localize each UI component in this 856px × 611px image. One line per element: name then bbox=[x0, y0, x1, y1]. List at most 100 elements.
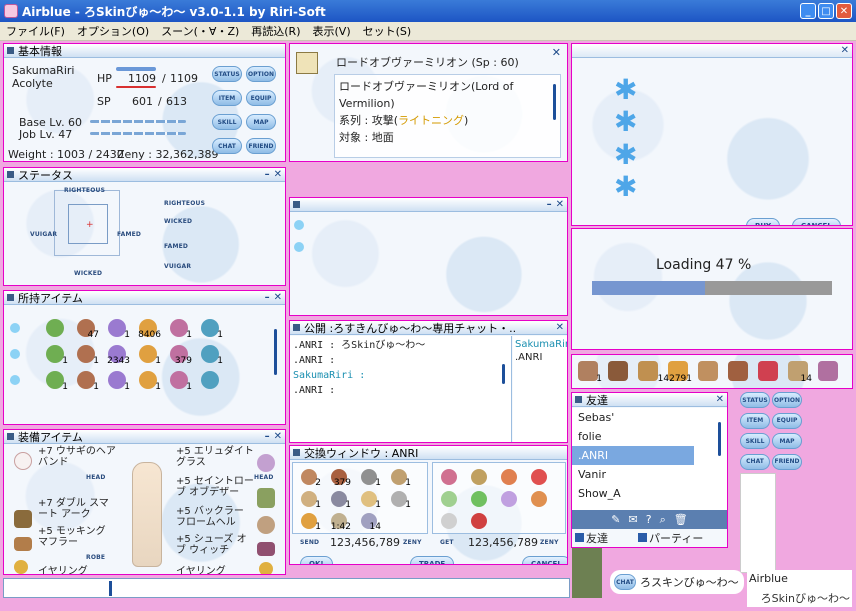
close-icon[interactable]: ✕ bbox=[556, 322, 564, 333]
inventory-item[interactable] bbox=[201, 371, 219, 389]
trade-item[interactable]: 1:42 bbox=[331, 513, 351, 532]
trade-item[interactable]: 1 bbox=[391, 491, 411, 510]
help-icon[interactable]: ? bbox=[646, 513, 652, 526]
inventory-item[interactable] bbox=[46, 319, 64, 337]
friend-item[interactable]: folie bbox=[572, 427, 694, 446]
friend-item[interactable]: Vanir bbox=[572, 465, 694, 484]
hotbar-slot[interactable] bbox=[728, 361, 748, 381]
hotbar-slot[interactable] bbox=[758, 361, 778, 381]
chat-input[interactable] bbox=[3, 578, 570, 598]
trade-item[interactable]: 2 bbox=[301, 469, 321, 488]
trade-item[interactable] bbox=[501, 491, 517, 507]
inventory-item[interactable]: 47 bbox=[77, 319, 99, 340]
chat-member[interactable]: .ANRI bbox=[515, 351, 566, 364]
trade-item[interactable]: 1 bbox=[361, 469, 381, 488]
inventory-item[interactable]: 1 bbox=[46, 371, 68, 392]
shop-cancel-button[interactable]: CANCEL bbox=[792, 218, 841, 225]
close-icon[interactable]: ✕ bbox=[841, 45, 849, 56]
trade-item[interactable] bbox=[441, 491, 457, 507]
inventory-item[interactable]: 1 bbox=[201, 345, 223, 366]
mini-status-button[interactable]: STATUS bbox=[740, 392, 770, 408]
mini-item-button[interactable]: ITEM bbox=[740, 412, 770, 429]
minimize-icon[interactable]: – bbox=[265, 169, 270, 180]
equip-left-2[interactable]: +5 モッキング マフラー bbox=[38, 526, 118, 548]
trade-item[interactable]: 1 bbox=[391, 469, 411, 488]
inventory-item[interactable]: 1 bbox=[139, 371, 161, 392]
hotbar-slot[interactable] bbox=[818, 361, 838, 381]
close-button[interactable]: ✕ bbox=[836, 3, 852, 19]
close-icon[interactable]: ✕ bbox=[274, 169, 282, 180]
close-icon[interactable]: ✕ bbox=[556, 199, 564, 210]
skill-scrollbar[interactable] bbox=[553, 84, 556, 120]
equip-right-0[interactable]: +5 エリュダイト グラス bbox=[176, 446, 256, 468]
minimize-icon[interactable]: – bbox=[265, 292, 270, 303]
menu-set[interactable]: セット(S) bbox=[357, 23, 418, 39]
minimize-button[interactable]: _ bbox=[800, 3, 816, 19]
close-icon[interactable]: ✕ bbox=[716, 394, 724, 405]
inventory-item[interactable]: 379 bbox=[170, 345, 192, 366]
trade-item[interactable] bbox=[471, 513, 487, 529]
trade-item[interactable] bbox=[471, 469, 487, 485]
trade-item[interactable] bbox=[531, 469, 547, 485]
trade-item[interactable]: 1 bbox=[361, 491, 381, 510]
equip-button[interactable]: EQUIP bbox=[246, 90, 276, 106]
inventory-item[interactable]: 1 bbox=[170, 371, 192, 392]
mini-friend-button[interactable]: FRIEND bbox=[772, 453, 802, 470]
edit-icon[interactable]: ✎ bbox=[611, 513, 620, 526]
mini-map[interactable] bbox=[572, 548, 602, 598]
inventory-item[interactable]: 1 bbox=[77, 371, 99, 392]
inventory-item[interactable]: 2343 bbox=[107, 345, 130, 366]
equip-left-0[interactable]: +7 ウサギのヘアバンド bbox=[38, 446, 118, 468]
chat-scrollbar[interactable] bbox=[502, 364, 505, 384]
trade-cancel-button[interactable]: CANCEL bbox=[522, 556, 567, 564]
hotbar-slot[interactable]: 1 bbox=[578, 361, 602, 384]
chat-bubble[interactable]: CHAT ろスキンびゅ～わ～ bbox=[610, 570, 744, 594]
friend-item[interactable]: .ANRI bbox=[572, 446, 694, 465]
hotbar-slot[interactable]: 142791 bbox=[658, 361, 692, 384]
trade-button[interactable]: TRADE bbox=[410, 556, 455, 564]
item-button[interactable]: ITEM bbox=[212, 90, 242, 106]
trade-item[interactable]: 1 bbox=[331, 491, 351, 510]
map-button[interactable]: MAP bbox=[246, 114, 276, 130]
trade-item[interactable]: 1 bbox=[301, 491, 321, 510]
party-tab[interactable]: パーティー bbox=[638, 530, 703, 546]
hotbar-slot[interactable] bbox=[608, 361, 628, 381]
friend-button[interactable]: FRIEND bbox=[246, 138, 276, 154]
hotbar-slot[interactable] bbox=[638, 361, 658, 381]
trade-item[interactable] bbox=[471, 491, 487, 507]
search-icon[interactable]: ⌕ bbox=[660, 513, 666, 527]
mini-option-button[interactable]: OPTION bbox=[772, 392, 802, 408]
menu-option[interactable]: オプション(O) bbox=[71, 23, 155, 39]
trade-item[interactable]: 14 bbox=[361, 513, 381, 532]
hotbar-slot[interactable]: 14 bbox=[788, 361, 812, 384]
menu-reload[interactable]: 再読込(R) bbox=[245, 23, 306, 39]
option-button[interactable]: OPTION bbox=[246, 66, 276, 82]
inventory-item[interactable]: 1 bbox=[108, 371, 130, 392]
inventory-item[interactable]: 1 bbox=[201, 319, 223, 340]
equip-right-2[interactable]: +5 バックラー フロームヘル bbox=[176, 506, 256, 528]
mini-chat-button[interactable]: CHAT bbox=[740, 453, 770, 470]
chat-member[interactable]: SakumaRiri bbox=[515, 338, 567, 351]
friend-item[interactable]: Show_A bbox=[572, 484, 694, 503]
inventory-item[interactable]: 1 bbox=[170, 319, 192, 340]
close-icon[interactable]: ✕ bbox=[274, 292, 282, 303]
buy-button[interactable]: BUY bbox=[746, 218, 781, 225]
skill-button[interactable]: SKILL bbox=[212, 114, 242, 130]
trade-item[interactable]: 1 bbox=[301, 513, 321, 532]
inventory-item[interactable]: 8406 bbox=[138, 319, 161, 340]
inventory-item[interactable]: 1 bbox=[139, 345, 161, 366]
menu-view[interactable]: 表示(V) bbox=[307, 23, 357, 39]
mini-map-button[interactable]: MAP bbox=[772, 433, 802, 449]
menu-soon[interactable]: スーン(・∀・Z) bbox=[155, 23, 245, 39]
trade-ok-button[interactable]: OK! bbox=[300, 556, 333, 564]
friend-item[interactable]: Sebas' bbox=[572, 408, 694, 427]
mini-skill-button[interactable]: SKILL bbox=[740, 433, 770, 449]
trade-item[interactable] bbox=[531, 491, 547, 507]
close-icon[interactable]: ✕ bbox=[552, 46, 561, 59]
trade-item[interactable] bbox=[441, 469, 457, 485]
maximize-button[interactable]: □ bbox=[818, 3, 834, 19]
friends-tab[interactable]: 友達 bbox=[575, 530, 608, 546]
inventory-item[interactable]: 1 bbox=[46, 345, 68, 366]
minimize-icon[interactable]: – bbox=[547, 199, 552, 210]
inventory-scrollbar[interactable] bbox=[274, 329, 277, 375]
